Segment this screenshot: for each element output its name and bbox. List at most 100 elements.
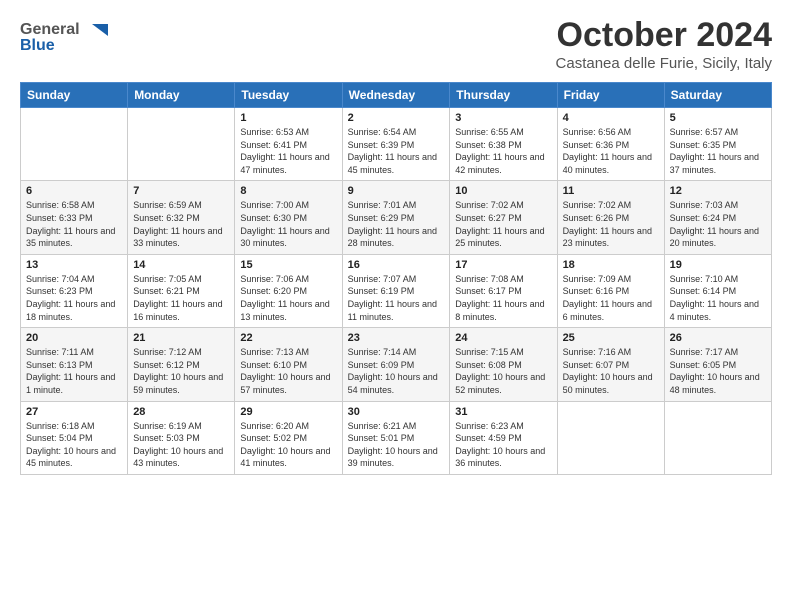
day-info: Sunrise: 7:09 AM Sunset: 6:16 PM Dayligh… [563,273,659,323]
day-number: 26 [670,332,766,344]
calendar-cell: 3 Sunrise: 6:55 AM Sunset: 6:38 PM Daylig… [450,108,557,181]
logo-icon: General Blue [20,16,110,56]
day-info: Sunrise: 6:58 AM Sunset: 6:33 PM Dayligh… [26,199,122,249]
calendar-cell: 31 Sunrise: 6:23 AM Sunset: 4:59 PM Dayli… [450,401,557,474]
calendar-cell: 14Sunrise: 7:05 AM Sunset: 6:21 PM Dayli… [128,254,235,327]
day-info: Sunrise: 7:01 AM Sunset: 6:29 PM Dayligh… [348,199,445,249]
calendar-cell: 11Sunrise: 7:02 AM Sunset: 6:26 PM Dayli… [557,181,664,254]
weekday-header-wednesday: Wednesday [342,83,450,108]
day-number: 20 [26,332,122,344]
day-info: Sunrise: 7:17 AM Sunset: 6:05 PM Dayligh… [670,346,766,396]
day-info: Sunrise: 7:06 AM Sunset: 6:20 PM Dayligh… [240,273,336,323]
calendar-cell: 13 Sunrise: 7:04 AM Sunset: 6:23 PM Dayli… [21,254,128,327]
day-number: 12 [670,185,766,197]
day-number: 29 [240,406,336,418]
day-info: Sunrise: 6:57 AM Sunset: 6:35 PM Dayligh… [670,126,766,176]
day-number: 22 [240,332,336,344]
day-number: 19 [670,259,766,271]
calendar-cell: 19Sunrise: 7:10 AM Sunset: 6:14 PM Dayli… [664,254,771,327]
day-number: 6 [26,185,122,197]
weekday-header-monday: Monday [128,83,235,108]
day-info: Sunrise: 6:53 AM Sunset: 6:41 PM Dayligh… [240,126,336,176]
weekday-header-thursday: Thursday [450,83,557,108]
day-number: 1 [240,112,336,124]
day-info: Sunrise: 7:07 AM Sunset: 6:19 PM Dayligh… [348,273,445,323]
weekday-header-friday: Friday [557,83,664,108]
day-number: 4 [563,112,659,124]
day-info: Sunrise: 7:04 AM Sunset: 6:23 PM Dayligh… [26,273,122,323]
day-info: Sunrise: 7:08 AM Sunset: 6:17 PM Dayligh… [455,273,551,323]
calendar-cell: 28Sunrise: 6:19 AM Sunset: 5:03 PM Dayli… [128,401,235,474]
day-number: 18 [563,259,659,271]
day-info: Sunrise: 7:15 AM Sunset: 6:08 PM Dayligh… [455,346,551,396]
day-info: Sunrise: 6:54 AM Sunset: 6:39 PM Dayligh… [348,126,445,176]
day-number: 8 [240,185,336,197]
month-title: October 2024 [556,16,772,55]
calendar-cell: 23 Sunrise: 7:14 AM Sunset: 6:09 PM Dayli… [342,328,450,401]
day-number: 24 [455,332,551,344]
calendar-week-5: 27 Sunrise: 6:18 AM Sunset: 5:04 PM Dayli… [21,401,772,474]
calendar-week-4: 20Sunrise: 7:11 AM Sunset: 6:13 PM Dayli… [21,328,772,401]
day-info: Sunrise: 6:55 AM Sunset: 6:38 PM Dayligh… [455,126,551,176]
page: General Blue October 2024 Castanea delle… [0,0,792,485]
day-number: 9 [348,185,445,197]
day-info: Sunrise: 6:23 AM Sunset: 4:59 PM Dayligh… [455,420,551,470]
day-number: 21 [133,332,229,344]
calendar-cell: 12 Sunrise: 7:03 AM Sunset: 6:24 PM Dayli… [664,181,771,254]
calendar-cell [557,401,664,474]
calendar-cell: 20Sunrise: 7:11 AM Sunset: 6:13 PM Dayli… [21,328,128,401]
calendar-cell [21,108,128,181]
day-number: 13 [26,259,122,271]
calendar-week-3: 13 Sunrise: 7:04 AM Sunset: 6:23 PM Dayli… [21,254,772,327]
day-info: Sunrise: 6:18 AM Sunset: 5:04 PM Dayligh… [26,420,122,470]
day-info: Sunrise: 6:56 AM Sunset: 6:36 PM Dayligh… [563,126,659,176]
calendar-cell: 5 Sunrise: 6:57 AM Sunset: 6:35 PM Daylig… [664,108,771,181]
calendar-cell [128,108,235,181]
calendar-cell: 24 Sunrise: 7:15 AM Sunset: 6:08 PM Dayli… [450,328,557,401]
day-number: 14 [133,259,229,271]
calendar-cell: 26 Sunrise: 7:17 AM Sunset: 6:05 PM Dayli… [664,328,771,401]
day-number: 3 [455,112,551,124]
calendar-cell: 18 Sunrise: 7:09 AM Sunset: 6:16 PM Dayli… [557,254,664,327]
calendar-cell: 2 Sunrise: 6:54 AM Sunset: 6:39 PM Daylig… [342,108,450,181]
calendar-cell: 29 Sunrise: 6:20 AM Sunset: 5:02 PM Dayli… [235,401,342,474]
title-block: October 2024 Castanea delle Furie, Sicil… [556,16,772,72]
calendar-cell: 27 Sunrise: 6:18 AM Sunset: 5:04 PM Dayli… [21,401,128,474]
day-number: 10 [455,185,551,197]
calendar-cell: 9 Sunrise: 7:01 AM Sunset: 6:29 PM Daylig… [342,181,450,254]
calendar-cell: 6 Sunrise: 6:58 AM Sunset: 6:33 PM Daylig… [21,181,128,254]
calendar-cell: 1 Sunrise: 6:53 AM Sunset: 6:41 PM Daylig… [235,108,342,181]
day-number: 2 [348,112,445,124]
day-info: Sunrise: 7:02 AM Sunset: 6:26 PM Dayligh… [563,199,659,249]
day-info: Sunrise: 6:21 AM Sunset: 5:01 PM Dayligh… [348,420,445,470]
day-number: 28 [133,406,229,418]
weekday-header-sunday: Sunday [21,83,128,108]
day-number: 23 [348,332,445,344]
calendar-table: SundayMondayTuesdayWednesdayThursdayFrid… [20,82,772,475]
day-info: Sunrise: 6:20 AM Sunset: 5:02 PM Dayligh… [240,420,336,470]
calendar-cell: 30Sunrise: 6:21 AM Sunset: 5:01 PM Dayli… [342,401,450,474]
day-number: 17 [455,259,551,271]
weekday-header-saturday: Saturday [664,83,771,108]
calendar-cell [664,401,771,474]
calendar-cell: 16 Sunrise: 7:07 AM Sunset: 6:19 PM Dayli… [342,254,450,327]
location: Castanea delle Furie, Sicily, Italy [556,55,772,72]
day-info: Sunrise: 7:02 AM Sunset: 6:27 PM Dayligh… [455,199,551,249]
day-info: Sunrise: 7:16 AM Sunset: 6:07 PM Dayligh… [563,346,659,396]
day-info: Sunrise: 7:12 AM Sunset: 6:12 PM Dayligh… [133,346,229,396]
day-number: 15 [240,259,336,271]
day-number: 31 [455,406,551,418]
day-info: Sunrise: 7:03 AM Sunset: 6:24 PM Dayligh… [670,199,766,249]
header: General Blue October 2024 Castanea delle… [20,16,772,72]
day-number: 7 [133,185,229,197]
day-number: 27 [26,406,122,418]
day-number: 16 [348,259,445,271]
calendar-cell: 17 Sunrise: 7:08 AM Sunset: 6:17 PM Dayli… [450,254,557,327]
calendar-cell: 22Sunrise: 7:13 AM Sunset: 6:10 PM Dayli… [235,328,342,401]
day-info: Sunrise: 7:14 AM Sunset: 6:09 PM Dayligh… [348,346,445,396]
logo: General Blue [20,16,110,56]
weekday-header-row: SundayMondayTuesdayWednesdayThursdayFrid… [21,83,772,108]
calendar-cell: 4 Sunrise: 6:56 AM Sunset: 6:36 PM Daylig… [557,108,664,181]
calendar-week-2: 6 Sunrise: 6:58 AM Sunset: 6:33 PM Daylig… [21,181,772,254]
day-number: 5 [670,112,766,124]
